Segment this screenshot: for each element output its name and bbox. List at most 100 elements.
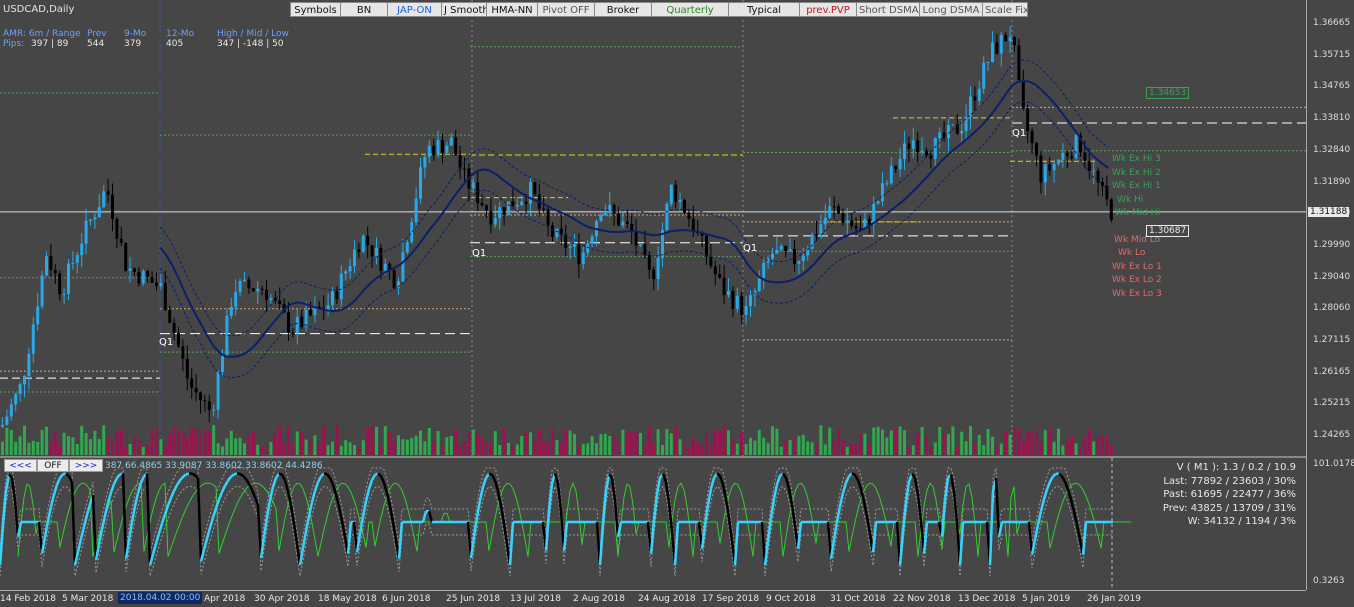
candle-body bbox=[327, 305, 330, 310]
candle-body bbox=[555, 229, 558, 237]
next-button[interactable]: >>> bbox=[69, 459, 103, 472]
oscillator-segment bbox=[777, 476, 780, 485]
ma-upper-band bbox=[160, 60, 1108, 336]
volume-bar bbox=[1039, 441, 1042, 455]
volume-bar bbox=[1097, 437, 1100, 455]
toolbar-button-j-smooth[interactable]: J Smooth bbox=[441, 2, 487, 17]
candle-body bbox=[991, 42, 994, 61]
oscillator-segment bbox=[774, 484, 777, 498]
amr-value-hml: 347 | -148 | 50 bbox=[217, 39, 284, 49]
candle-body bbox=[723, 278, 726, 295]
candle-body bbox=[423, 157, 426, 167]
volume-bar bbox=[731, 440, 734, 455]
oscillator-segment bbox=[549, 483, 552, 511]
volume-bar bbox=[261, 446, 264, 455]
oscillator-segment bbox=[111, 484, 114, 492]
volume-bar bbox=[467, 432, 470, 455]
date-tick-label: 30 Apr 2018 bbox=[254, 594, 310, 604]
oscillator-segment bbox=[57, 478, 60, 485]
candle-body bbox=[98, 207, 101, 217]
volume-bar bbox=[423, 441, 426, 455]
oscillator-segment bbox=[348, 522, 351, 554]
toolbar-button-symbols[interactable]: Symbols bbox=[290, 2, 341, 17]
candle-body bbox=[401, 252, 404, 281]
volume-bar bbox=[511, 446, 514, 455]
volume-bar bbox=[146, 445, 149, 455]
toggle-off-button[interactable]: OFF bbox=[37, 459, 69, 472]
wk-ex-lo-1-label: Wk Ex Lo 1 bbox=[1112, 262, 1162, 272]
oscillator-segment bbox=[39, 522, 42, 554]
oscillator-segment bbox=[246, 479, 249, 484]
volume-bar bbox=[828, 428, 831, 455]
toolbar-button-long-dsma[interactable]: Long DSMA bbox=[919, 2, 983, 17]
volume-bar bbox=[397, 435, 400, 455]
candle-body bbox=[278, 301, 281, 304]
volume-bar bbox=[296, 431, 299, 455]
candle-body bbox=[784, 246, 787, 251]
candle-body bbox=[498, 207, 501, 218]
volume-bar bbox=[1009, 435, 1012, 455]
candle-body bbox=[225, 316, 228, 357]
volume-bar bbox=[894, 428, 897, 455]
oscillator-values: 387 66.4865 33.9087 33.8602 33.8602 44.4… bbox=[105, 461, 323, 471]
volume-bar bbox=[1101, 435, 1104, 455]
candle-body bbox=[987, 62, 990, 63]
oscillator-segment bbox=[1074, 511, 1077, 524]
candle-body bbox=[309, 310, 312, 315]
volume-bar bbox=[837, 428, 840, 455]
prev-button[interactable]: <<< bbox=[4, 459, 37, 472]
price-tick-label: 1.33810 bbox=[1313, 113, 1350, 123]
toolbar-button-broker[interactable]: Broker bbox=[594, 2, 652, 17]
volume-bar bbox=[982, 445, 985, 455]
candle-body bbox=[1048, 164, 1051, 170]
oscillator-segment bbox=[786, 478, 789, 489]
toolbar-button-jap-on[interactable]: JAP-ON bbox=[387, 2, 442, 17]
toolbar-button-bn[interactable]: BN bbox=[340, 2, 388, 17]
candle-body bbox=[300, 317, 303, 327]
toolbar-button-hma-nn[interactable]: HMA-NN bbox=[486, 2, 538, 17]
candle-body bbox=[212, 410, 215, 411]
oscillator-segment bbox=[546, 511, 549, 551]
oscillator-segment bbox=[1053, 474, 1056, 477]
candle-body bbox=[133, 268, 136, 272]
oscillator-segment bbox=[318, 476, 321, 482]
volume-bar bbox=[1083, 436, 1086, 455]
volume-bar bbox=[705, 433, 708, 455]
volume-bar bbox=[437, 431, 440, 455]
stats-line: Prev: 43825 / 13709 / 31% bbox=[1120, 502, 1296, 516]
candle-body bbox=[982, 63, 985, 89]
price-chart[interactable] bbox=[0, 0, 1306, 456]
toolbar-button-pivot-off[interactable]: Pivot OFF bbox=[537, 2, 595, 17]
toolbar-button-typical[interactable]: Typical bbox=[728, 2, 800, 17]
oscillator-segment bbox=[723, 484, 726, 498]
oscillator-segment bbox=[366, 489, 369, 501]
candle-body bbox=[635, 231, 638, 245]
toolbar-button-short-dsma[interactable]: Short DSMA bbox=[856, 2, 920, 17]
oscillator-segment bbox=[945, 478, 948, 500]
oscillator-segment bbox=[924, 522, 927, 554]
candle-body bbox=[93, 217, 96, 219]
oscillator-chart[interactable] bbox=[0, 458, 1306, 590]
candle-body bbox=[243, 280, 246, 281]
candle-body bbox=[973, 96, 976, 100]
candle-body bbox=[432, 146, 435, 155]
volume-bar bbox=[340, 446, 343, 455]
candle-body bbox=[951, 124, 954, 125]
candle-body bbox=[120, 239, 123, 243]
toolbar-button-prev-pvp[interactable]: prev.PVP bbox=[799, 2, 857, 17]
volume-bar bbox=[745, 444, 748, 455]
volume-bar bbox=[899, 426, 902, 455]
toolbar-button-scale-fix[interactable]: Scale Fix bbox=[982, 2, 1028, 17]
candle-body bbox=[665, 204, 668, 230]
volume-bar bbox=[10, 430, 13, 455]
oscillator-segment bbox=[735, 522, 738, 565]
candle-body bbox=[181, 346, 184, 358]
volume-bar bbox=[124, 447, 127, 455]
oscillator-segment bbox=[45, 521, 48, 537]
toolbar-button-quarterly[interactable]: Quarterly bbox=[651, 2, 729, 17]
oscillator-segment bbox=[1068, 489, 1071, 499]
candle-body bbox=[85, 221, 88, 244]
price-tick-label: 1.34765 bbox=[1313, 81, 1350, 91]
candle-body bbox=[907, 144, 910, 149]
stats-line: V ( M1 ): 1.3 / 0.2 / 10.9 bbox=[1120, 461, 1296, 475]
